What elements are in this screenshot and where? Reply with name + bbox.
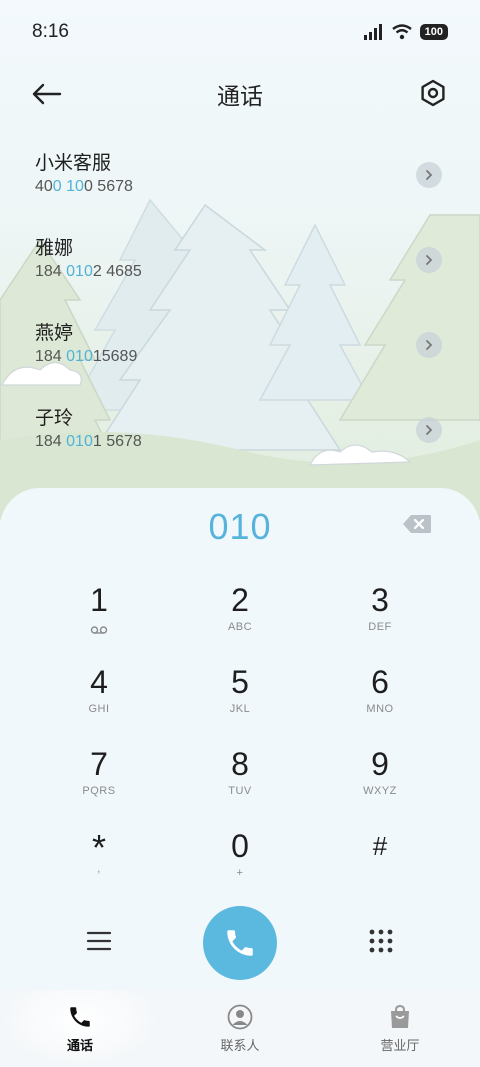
nav-tab-contacts[interactable]: 联系人 xyxy=(160,990,320,1067)
bottom-navigation: 通话 联系人 营业厅 xyxy=(0,990,480,1067)
status-bar: 8:16 100 xyxy=(0,0,480,64)
dialpad-panel: 010 1 2 ABC 3 DEF 4 GHI 5 JKL 6 MNO 7 PQ… xyxy=(0,488,480,990)
contact-number: 184 0102 4685 xyxy=(35,263,142,280)
contact-number: 184 0101 5678 xyxy=(35,433,142,450)
key-hash[interactable]: # xyxy=(325,826,435,896)
nav-tab-service-hall[interactable]: 营业厅 xyxy=(320,990,480,1067)
shopping-bag-icon xyxy=(391,1004,409,1028)
contact-person-icon xyxy=(227,1004,253,1030)
key-0[interactable]: 0 + xyxy=(185,826,295,896)
nav-label-calls: 通话 xyxy=(66,1039,93,1054)
menu-button[interactable] xyxy=(84,926,114,956)
key-4[interactable]: 4 GHI xyxy=(44,662,154,732)
contact-suggestion-list: 小米客服 400 100 5678 雅娜 184 0102 4685 燕婷 18… xyxy=(0,140,480,480)
contact-detail-button[interactable] xyxy=(416,332,442,358)
battery-indicator: 100 xyxy=(419,24,448,40)
contact-row[interactable]: 燕婷 184 01015689 xyxy=(0,310,480,395)
key-star[interactable]: * , xyxy=(44,826,154,896)
call-button[interactable] xyxy=(203,906,277,980)
contact-name: 雅娜 xyxy=(35,237,74,259)
call-action-row xyxy=(0,902,480,982)
key-9[interactable]: 9 WXYZ xyxy=(325,744,435,814)
key-6[interactable]: 6 MNO xyxy=(325,662,435,732)
nav-label-contacts: 联系人 xyxy=(220,1039,260,1054)
contact-row[interactable]: 子玲 184 0101 5678 xyxy=(0,395,480,480)
voicemail-icon xyxy=(90,626,108,634)
chevron-right-icon xyxy=(426,340,433,350)
wifi-icon xyxy=(391,24,412,40)
contact-name: 燕婷 xyxy=(35,322,74,344)
arrow-left-icon xyxy=(32,83,62,105)
status-icons: 100 xyxy=(363,24,448,40)
dialpad-toggle-button[interactable] xyxy=(366,926,396,956)
contact-row[interactable]: 雅娜 184 0102 4685 xyxy=(0,225,480,310)
key-7[interactable]: 7 PQRS xyxy=(44,744,154,814)
hexagon-gear-icon xyxy=(421,79,445,107)
signal-icon xyxy=(363,24,382,40)
key-5[interactable]: 5 JKL xyxy=(185,662,295,732)
backspace-button[interactable] xyxy=(402,514,434,536)
contact-name: 小米客服 xyxy=(35,152,112,174)
chevron-right-icon xyxy=(426,170,433,180)
phone-icon xyxy=(227,930,253,956)
key-8[interactable]: 8 TUV xyxy=(185,744,295,814)
app-header: 通话 xyxy=(0,64,480,124)
chevron-right-icon xyxy=(426,425,433,435)
contact-detail-button[interactable] xyxy=(416,417,442,443)
chevron-right-icon xyxy=(426,255,433,265)
backspace-icon xyxy=(403,515,431,533)
hamburger-menu-icon xyxy=(86,931,112,951)
contact-detail-button[interactable] xyxy=(416,247,442,273)
nav-tab-calls[interactable]: 通话 xyxy=(0,990,160,1067)
key-2[interactable]: 2 ABC xyxy=(185,580,295,650)
dialpad-grid-icon xyxy=(369,929,393,953)
page-title: 通话 xyxy=(217,84,263,110)
key-3[interactable]: 3 DEF xyxy=(325,580,435,650)
nav-label-service-hall: 营业厅 xyxy=(380,1039,420,1054)
back-button[interactable] xyxy=(30,78,66,110)
settings-button[interactable] xyxy=(418,78,448,108)
contact-number: 184 01015689 xyxy=(35,348,138,365)
key-1[interactable]: 1 xyxy=(44,580,154,650)
contact-row[interactable]: 小米客服 400 100 5678 xyxy=(0,140,480,225)
contact-number: 400 100 5678 xyxy=(35,178,133,195)
contact-name: 子玲 xyxy=(35,407,74,429)
phone-icon xyxy=(70,1007,90,1027)
contact-detail-button[interactable] xyxy=(416,162,442,188)
status-time: 8:16 xyxy=(32,21,69,42)
